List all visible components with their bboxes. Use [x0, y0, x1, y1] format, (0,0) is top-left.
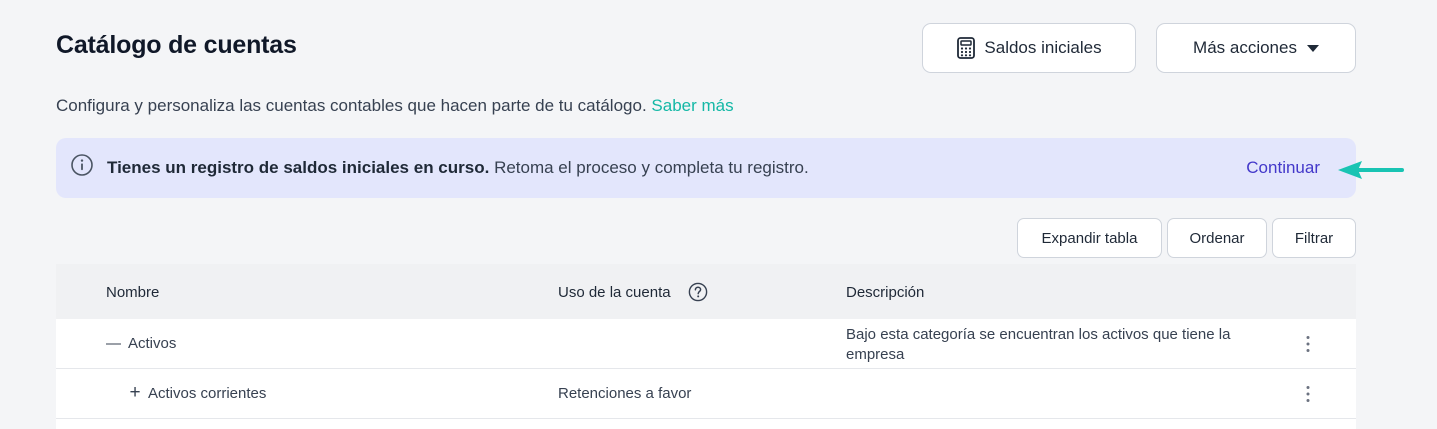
- mas-acciones-button[interactable]: Más acciones: [1156, 23, 1356, 73]
- row-usage: Retenciones a favor: [558, 385, 692, 402]
- saldos-iniciales-button[interactable]: Saldos iniciales: [922, 23, 1136, 73]
- expandir-tabla-button[interactable]: Expandir tabla: [1017, 218, 1162, 258]
- info-icon: [71, 154, 93, 176]
- filtrar-button[interactable]: Filtrar: [1272, 218, 1356, 258]
- description-text: Configura y personaliza las cuentas cont…: [56, 96, 647, 115]
- saldos-en-curso-banner: Tienes un registro de saldos iniciales e…: [56, 138, 1356, 198]
- column-header-uso-label: Uso de la cuenta: [558, 284, 671, 301]
- column-header-uso: Uso de la cuenta: [558, 282, 708, 302]
- row-name: Activos: [128, 335, 177, 352]
- page-title: Catálogo de cuentas: [56, 31, 297, 59]
- table-row-partial: [56, 419, 1356, 429]
- arrow-left-icon: [1338, 161, 1404, 179]
- kebab-menu-icon[interactable]: [1300, 384, 1316, 404]
- column-header-nombre: Nombre: [106, 284, 160, 301]
- row-name-cell: + Activos corrientes: [128, 383, 267, 402]
- column-header-descripcion: Descripción: [846, 284, 925, 301]
- continuar-link[interactable]: Continuar: [1246, 158, 1320, 178]
- banner-message-bold: Tienes un registro de saldos iniciales e…: [107, 158, 490, 177]
- page-description: Configura y personaliza las cuentas cont…: [56, 96, 734, 116]
- row-description-line1: Bajo esta categoría se encuentran los ac…: [846, 326, 1231, 343]
- question-circle-icon[interactable]: [688, 282, 708, 302]
- row-description-line2: empresa: [846, 346, 905, 363]
- row-name-cell: — Activos: [106, 335, 176, 352]
- collapse-icon[interactable]: —: [106, 335, 121, 352]
- table-header: Nombre Uso de la cuenta Descripción: [56, 264, 1356, 319]
- kebab-menu-icon[interactable]: [1300, 334, 1316, 354]
- saber-mas-link[interactable]: Saber más: [651, 96, 733, 115]
- table-row[interactable]: — Activos Bajo esta categoría se encuentr…: [56, 319, 1356, 369]
- banner-message: Tienes un registro de saldos iniciales e…: [107, 158, 809, 178]
- mas-acciones-label: Más acciones: [1193, 38, 1297, 57]
- calculator-icon: [957, 37, 976, 59]
- caret-down-icon: [1306, 44, 1319, 52]
- table-row[interactable]: + Activos corrientes Retenciones a favor: [56, 369, 1356, 419]
- saldos-iniciales-label: Saldos iniciales: [984, 38, 1102, 57]
- accounts-table: Nombre Uso de la cuenta Descripción — Act…: [56, 264, 1356, 429]
- expand-icon[interactable]: +: [128, 383, 142, 402]
- banner-message-rest: Retoma el proceso y completa tu registro…: [494, 158, 809, 177]
- row-name: Activos corrientes: [148, 385, 267, 402]
- row-description: Bajo esta categoría se encuentran los ac…: [846, 325, 1230, 365]
- ordenar-button[interactable]: Ordenar: [1167, 218, 1267, 258]
